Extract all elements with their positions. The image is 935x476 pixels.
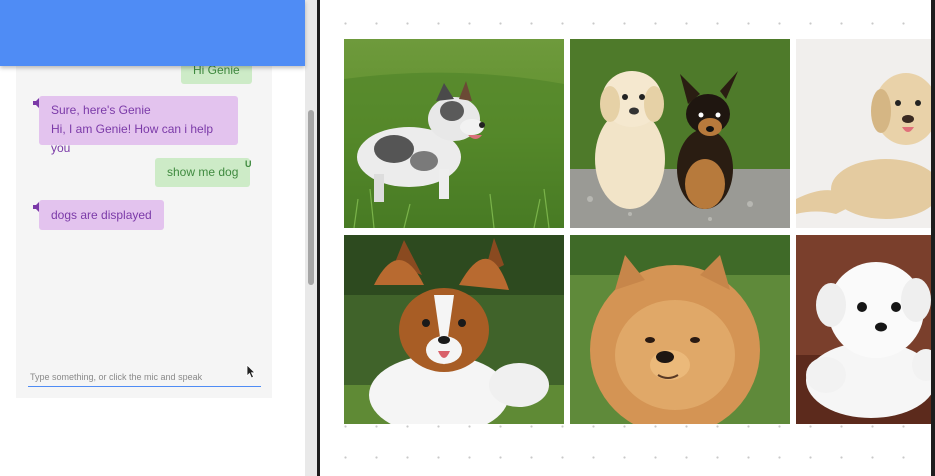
user-badge: U (245, 159, 252, 169)
chat-card: Hi Genie Sure, here's Genie Hi, I am Gen… (16, 40, 272, 398)
bot-message: dogs are displayed (39, 200, 164, 230)
user-message-text: show me dog (167, 165, 239, 179)
dog-gallery (320, 0, 935, 476)
dog-image[interactable] (796, 39, 935, 228)
dog-image[interactable] (570, 235, 790, 424)
dog-image[interactable] (796, 235, 935, 424)
user-message: show me dog (155, 158, 251, 187)
cursor-icon (246, 364, 256, 379)
chat-scrollbar-thumb[interactable] (308, 110, 314, 285)
bot-message-line: Sure, here's Genie (51, 103, 151, 117)
chat-panel: Hi Genie Sure, here's Genie Hi, I am Gen… (0, 0, 305, 476)
bot-message: Sure, here's Genie Hi, I am Genie! How c… (39, 96, 238, 155)
dog-image[interactable] (570, 39, 790, 228)
bot-message-line: Hi, I am Genie! How can i help you (51, 122, 214, 155)
bot-message-text: dogs are displayed (51, 208, 152, 222)
chat-input[interactable] (28, 368, 261, 387)
dog-image[interactable] (344, 39, 564, 228)
dog-image[interactable] (344, 235, 564, 424)
window-edge (931, 0, 935, 476)
app-header (0, 0, 305, 66)
